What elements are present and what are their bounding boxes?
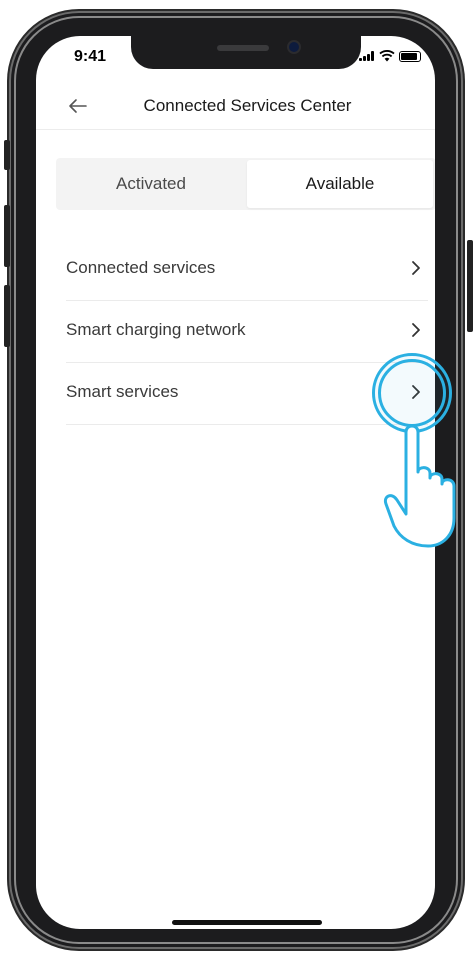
power-button	[467, 240, 473, 332]
chevron-right-icon	[412, 323, 420, 337]
page-title: Connected Services Center	[143, 96, 352, 115]
header-divider	[36, 129, 435, 130]
tab-activated[interactable]: Activated	[56, 158, 246, 210]
status-time: 9:41	[74, 48, 107, 65]
status-icons	[359, 50, 421, 62]
tab-switcher: Activated Available	[56, 158, 435, 210]
list-item-label: Smart charging network	[66, 320, 246, 339]
volume-down-button	[4, 285, 10, 347]
home-indicator	[172, 920, 322, 925]
list-item-label: Connected services	[66, 258, 216, 277]
notch	[131, 36, 361, 69]
tab-available[interactable]: Available	[247, 160, 433, 208]
battery-icon	[399, 50, 421, 62]
speaker	[217, 45, 269, 51]
pointing-hand-icon	[383, 424, 456, 548]
phone-screen: 9:41 Connected Services Center Activated…	[36, 36, 435, 929]
chevron-right-icon	[412, 261, 420, 275]
list-item-connected-services[interactable]: Connected services	[66, 239, 428, 301]
list-item-smart-charging-network[interactable]: Smart charging network	[66, 301, 428, 363]
camera	[289, 42, 299, 52]
silent-switch	[4, 140, 10, 170]
volume-up-button	[4, 205, 10, 267]
wifi-icon	[379, 50, 395, 62]
list-item-label: Smart services	[66, 382, 179, 401]
signal-icon	[359, 51, 375, 61]
